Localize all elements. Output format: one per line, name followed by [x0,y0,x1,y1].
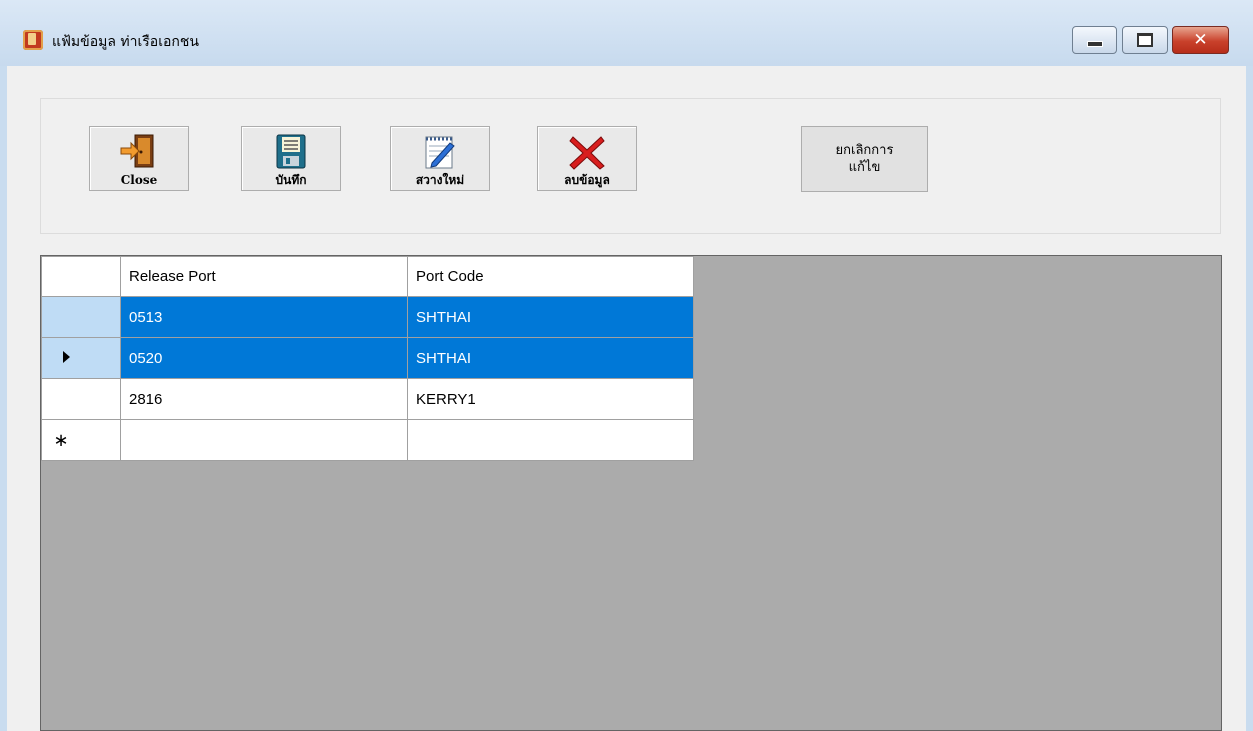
close-button[interactable]: Close [89,126,189,191]
new-record-button-label: สวางใหม่ [415,173,465,187]
header-row: Release Port Port Code [41,256,694,297]
corner-header-cell[interactable] [41,256,121,297]
save-button[interactable]: บันทึก [241,126,341,191]
column-header-release-port[interactable]: Release Port [120,256,408,297]
row-header[interactable] [41,337,121,379]
ports-table: Release Port Port Code 0513 SHTHAI 0520 … [41,256,694,461]
row-header[interactable]: ∗ [41,419,121,461]
title-bar[interactable]: แฟ้มข้อมูล ท่าเรือเอกชน ✕ [0,0,1253,66]
notepad-pen-icon [425,136,455,169]
close-window-button[interactable]: ✕ [1172,26,1229,54]
port-code-cell[interactable]: SHTHAI [407,296,694,338]
exit-door-icon [120,134,154,168]
minimize-icon [1086,41,1103,47]
column-header-port-code[interactable]: Port Code [407,256,694,297]
new-record-button[interactable]: สวางใหม่ [390,126,490,191]
table-row[interactable]: 0520 SHTHAI [41,337,694,379]
new-release-port-cell[interactable] [120,419,408,461]
new-row-asterisk-icon: ∗ [53,429,69,450]
maximize-button[interactable] [1122,26,1168,54]
release-port-cell[interactable]: 2816 [120,378,408,420]
release-port-cell[interactable]: 0520 [120,337,408,379]
app-icon [23,30,43,50]
new-row[interactable]: ∗ [41,419,694,461]
save-button-label: บันทึก [275,173,307,187]
close-button-label: Close [120,173,158,187]
current-row-arrow-icon [62,350,70,363]
row-header[interactable] [41,296,121,338]
app-window: แฟ้มข้อมูล ท่าเรือเอกชน ✕ Close บันทึก ส… [0,0,1253,731]
new-port-code-cell[interactable] [407,419,694,461]
cancel-edit-label: ยกเลิกการ แก้ไข [835,143,894,175]
port-code-cell[interactable]: KERRY1 [407,378,694,420]
release-port-cell[interactable]: 0513 [120,296,408,338]
maximize-icon [1137,33,1153,47]
window-title: แฟ้มข้อมูล ท่าเรือเอกชน [52,34,199,50]
red-x-icon [569,136,605,170]
table-row[interactable]: 0513 SHTHAI [41,296,694,338]
toolbar-panel: Close บันทึก สวางใหม่ ลบข้อมูล ยกเลิกการ… [40,98,1221,234]
cancel-edit-button[interactable]: ยกเลิกการ แก้ไข [801,126,928,192]
form-client-area: Close บันทึก สวางใหม่ ลบข้อมูล ยกเลิกการ… [7,66,1246,731]
close-icon: ✕ [1193,29,1208,50]
row-header[interactable] [41,378,121,420]
floppy-disk-icon [276,134,306,169]
delete-button-label: ลบข้อมูล [564,173,610,187]
data-grid[interactable]: Release Port Port Code 0513 SHTHAI 0520 … [40,255,1222,731]
port-code-cell[interactable]: SHTHAI [407,337,694,379]
minimize-button[interactable] [1072,26,1117,54]
delete-button[interactable]: ลบข้อมูล [537,126,637,191]
table-row[interactable]: 2816 KERRY1 [41,378,694,420]
